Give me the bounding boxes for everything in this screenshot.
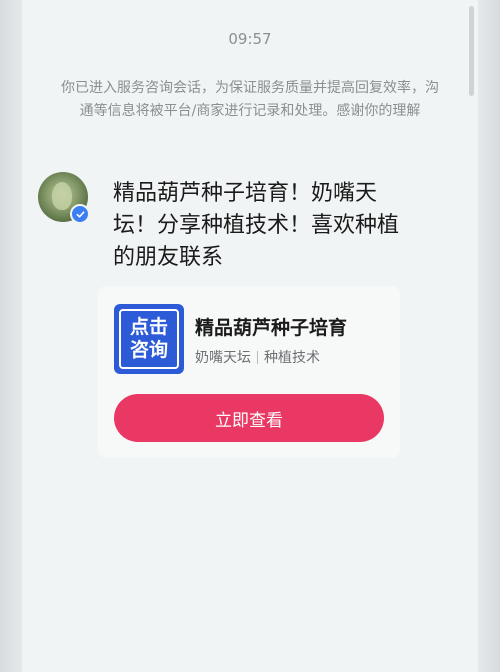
logo-text-line1: 点击 (129, 316, 168, 338)
verified-icon (70, 204, 90, 224)
card-tag: 种植技术 (264, 350, 320, 366)
scrollbar[interactable] (469, 6, 474, 96)
card-tags: 奶嘴天坛 种植技术 (195, 347, 320, 367)
consult-card[interactable]: 点击 咨询 精品葫芦种子培育 奶嘴天坛 种植技术 立即查看 (98, 286, 400, 458)
card-title: 精品葫芦种子培育 (195, 317, 348, 339)
message-bubble-text: 精品葫芦种子培育！奶嘴天坛！分享种植技术！喜欢种植的朋友联系 (113, 181, 400, 270)
tag-divider (257, 350, 258, 364)
screen-edge-right (478, 0, 500, 672)
service-notice: 你已进入服务咨询会话，为保证服务质量并提高回复效率，沟通等信息将被平台/商家进行… (61, 80, 439, 119)
avatar[interactable] (38, 172, 90, 224)
card-tag: 奶嘴天坛 (195, 350, 251, 366)
screen-edge-left (0, 0, 22, 672)
consult-logo: 点击 咨询 (114, 304, 184, 374)
message-timestamp: 09:57 (228, 30, 272, 48)
logo-text-line2: 咨询 (129, 339, 168, 361)
view-now-button[interactable]: 立即查看 (114, 394, 384, 442)
